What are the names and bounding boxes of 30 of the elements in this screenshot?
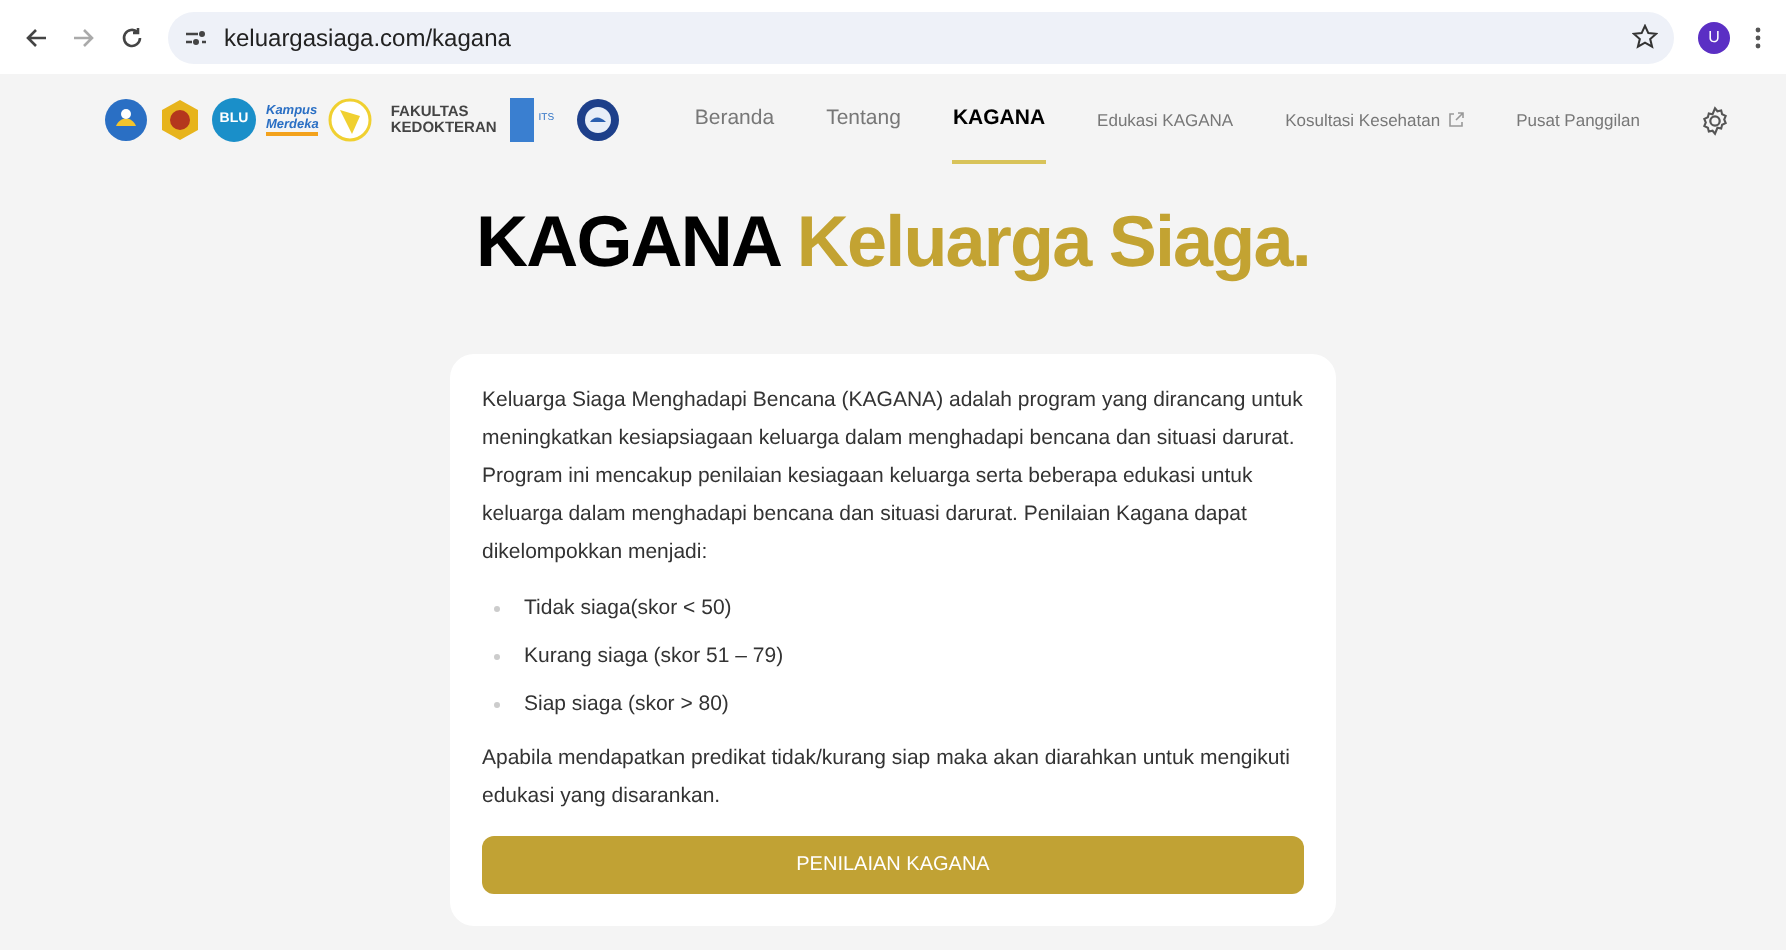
nav-link[interactable]: KAGANA: [952, 76, 1046, 164]
list-item: Tidak siaga(skor < 50): [524, 594, 732, 624]
seal-logo-icon: [104, 98, 148, 142]
globe-logo-icon: [576, 98, 621, 142]
profile-avatar[interactable]: U: [1698, 21, 1730, 53]
back-icon[interactable]: [24, 25, 48, 49]
bullet-icon: [494, 701, 500, 707]
intro-paragraph: Keluarga Siaga Menghadapi Bencana (KAGANA) adalah program yang dirancang untuk meningkatkan kesiapsiagaan keluarga dalam menghadapi bencana dan situasi darurat. Program ini mencakup penilaian kesiagaan keluarga serta beberapa edukasi untuk keluarga dalam menghadapi bencana dan situasi darurat. Penilaian Kagana dapat dikelompokkan menjadi:: [482, 386, 1304, 568]
list-item: Siap siaga (skor > 80): [524, 690, 729, 720]
crest-logo-icon: [158, 98, 202, 142]
settings-icon[interactable]: [1700, 105, 1730, 135]
heading-accent-text: Keluarga Siaga.: [796, 200, 1310, 282]
heading-text: KAGANA: [476, 200, 779, 282]
bullet-icon: [494, 605, 500, 611]
nav-link[interactable]: Pusat Panggilan: [1516, 79, 1640, 161]
nav-link[interactable]: Kosultasi Kesehatan: [1285, 79, 1465, 161]
url-text: keluargasiaga.com/kagana: [224, 21, 513, 55]
reload-icon[interactable]: [120, 25, 144, 49]
nav-link[interactable]: Tentang: [826, 76, 901, 164]
note-paragraph: Apabila mendapatkan predikat tidak/kurang siap maka akan diarahkan untuk mengikuti edukasi yang disarankan.: [482, 744, 1292, 812]
nav-link[interactable]: Beranda: [694, 76, 775, 164]
list-item: Kurang siaga (skor 51 – 79): [524, 642, 784, 672]
site-settings-icon[interactable]: [184, 27, 208, 47]
emblem-logo-icon: [328, 98, 373, 142]
address-bar[interactable]: keluargasiaga.com/kagana: [168, 11, 1674, 63]
nav-link[interactable]: Edukasi KAGANA: [1097, 79, 1234, 161]
bullet-icon: [494, 653, 500, 659]
bookmark-star-icon[interactable]: [1632, 24, 1658, 50]
menu-icon[interactable]: [1754, 25, 1762, 49]
assessment-button[interactable]: PENILAIAN KAGANA: [482, 836, 1304, 894]
